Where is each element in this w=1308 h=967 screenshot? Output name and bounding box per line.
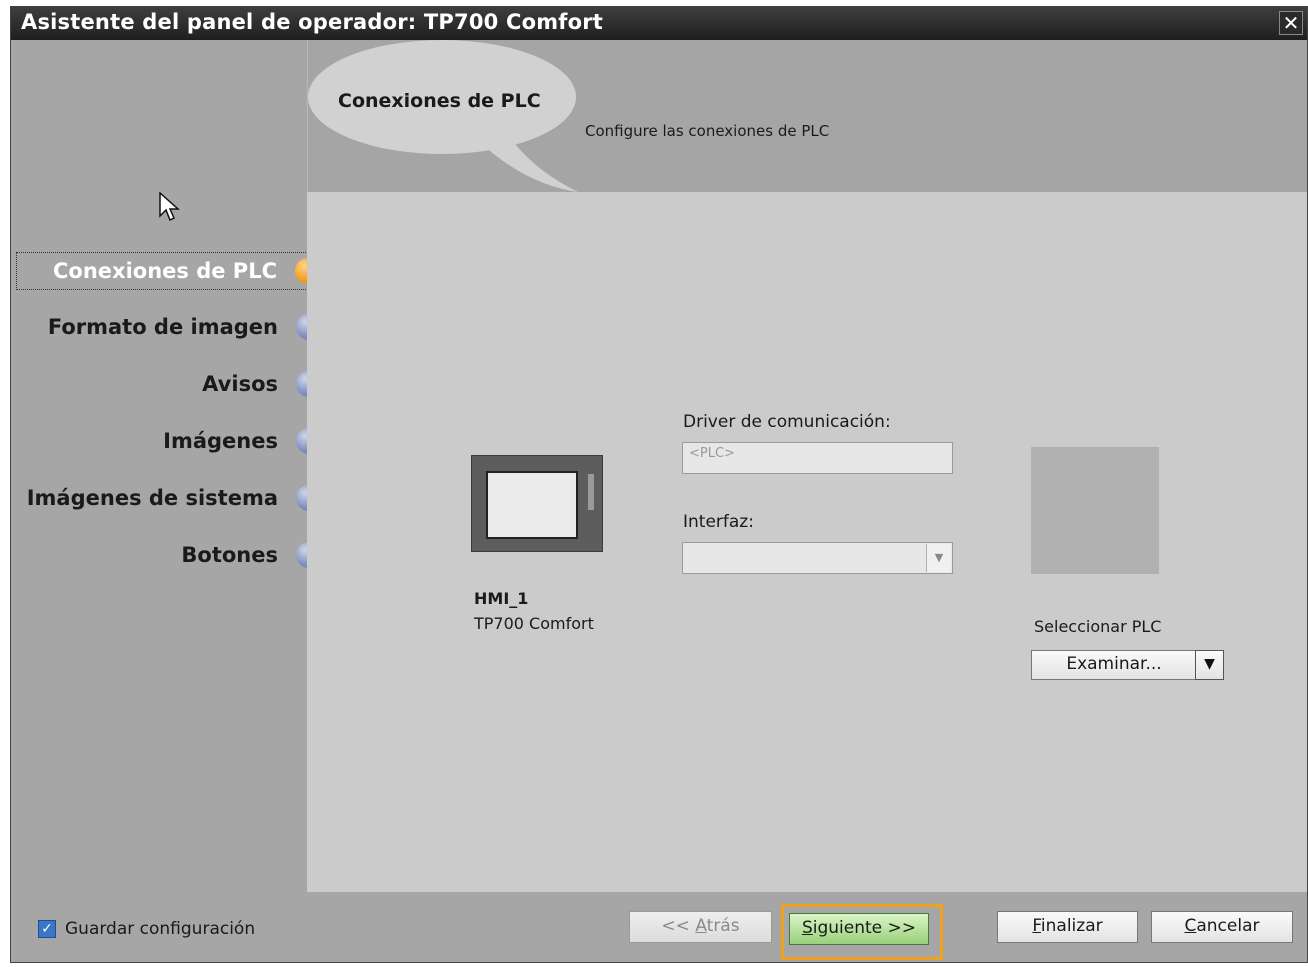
footer-bar: ✓ Guardar configuración << Atrás Siguien… [11,892,1307,962]
next-mnemonic: S [801,918,813,938]
plc-placeholder-image [1031,447,1159,574]
next-rest: iguiente >> [812,918,917,938]
save-config-checkbox[interactable]: ✓ [38,920,56,938]
step-subtitle: Configure las conexiones de PLC [585,122,830,140]
cancel-mnemonic: C [1184,916,1197,936]
next-button[interactable]: Siguiente >> [789,913,929,945]
finish-rest: inalizar [1040,916,1103,936]
device-name: HMI_1 [474,589,529,608]
step-title: Conexiones de PLC [338,90,541,112]
back-rest: trás [706,916,740,936]
triangle-down-icon[interactable]: ▼ [1195,650,1224,680]
sidebar-item-label: Avisos [202,372,278,396]
sidebar-item-avisos[interactable]: Avisos [16,366,326,404]
hmi-panel-icon [471,455,603,552]
title-bar[interactable]: Asistente del panel de operador: TP700 C… [11,7,1307,40]
cancel-button[interactable]: Cancelar [1151,911,1293,943]
next-button-highlight: Siguiente >> [781,904,943,960]
finish-mnemonic: F [1032,916,1041,936]
driver-label: Driver de comunicación: [683,412,891,432]
sidebar-item-label: Imágenes [163,429,278,453]
sidebar-item-label: Conexiones de PLC [53,259,277,283]
sidebar-item-label: Formato de imagen [47,315,278,339]
close-button[interactable]: ✕ [1279,11,1303,35]
speech-bubble-tail [483,135,578,192]
sidebar-item-conexiones-de-plc[interactable]: Conexiones de PLC [16,252,326,290]
driver-field[interactable]: <PLC> [682,442,953,474]
step-header: Conexiones de PLC Configure las conexion… [307,40,1307,192]
chevron-down-icon[interactable]: ▼ [926,544,951,572]
finish-button[interactable]: Finalizar [997,911,1138,943]
browse-plc-button[interactable]: Examinar... [1031,650,1197,680]
main-content: HMI_1 TP700 Comfort Driver de comunicaci… [307,192,1307,892]
back-mnemonic: A [695,916,707,936]
back-button[interactable]: << Atrás [629,911,772,943]
cancel-rest: ancelar [1196,916,1260,936]
window-title: Asistente del panel de operador: TP700 C… [21,10,604,34]
mouse-pointer-icon [159,192,180,222]
sidebar-item-imagenes-de-sistema[interactable]: Imágenes de sistema [16,480,326,518]
wizard-step-sidebar: Conexiones de PLC Formato de imagen Avis… [11,40,326,892]
wizard-window: Asistente del panel de operador: TP700 C… [10,6,1308,963]
interface-select[interactable]: ▼ [682,542,953,574]
sidebar-item-label: Imágenes de sistema [26,486,278,510]
device-model: TP700 Comfort [474,614,594,633]
sidebar-item-formato-de-imagen[interactable]: Formato de imagen [16,309,326,347]
hmi-keys [588,474,594,510]
interface-label: Interfaz: [683,512,754,532]
sidebar-item-botones[interactable]: Botones [16,537,326,575]
hmi-screen [486,471,578,539]
select-plc-label: Seleccionar PLC [1034,617,1162,636]
sidebar-item-imagenes[interactable]: Imágenes [16,423,326,461]
back-prefix: << [661,916,696,936]
sidebar-item-label: Botones [181,543,278,567]
save-config-label: Guardar configuración [65,919,256,939]
